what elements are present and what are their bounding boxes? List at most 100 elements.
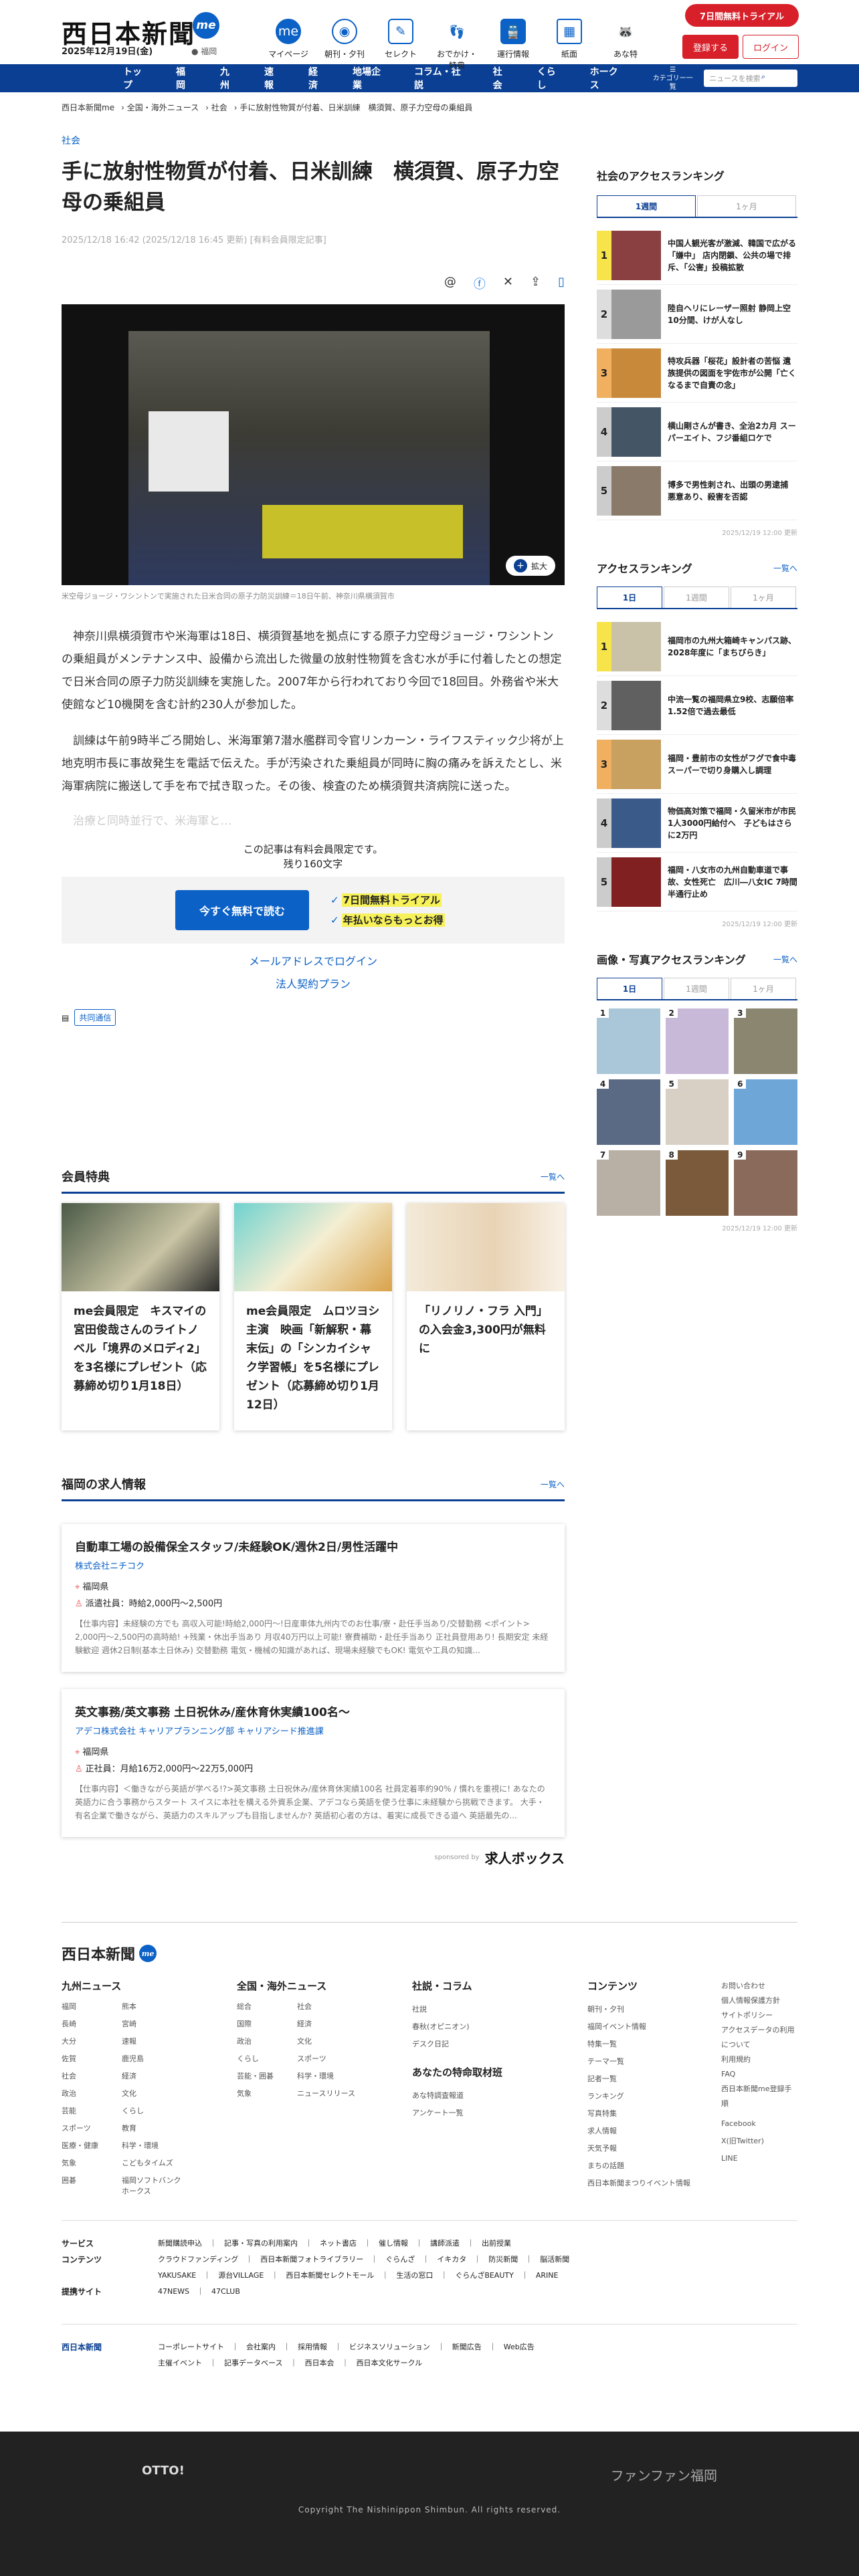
tab-1day[interactable]: 1日 <box>597 978 662 999</box>
photo-thumb[interactable]: 6 <box>734 1079 797 1145</box>
photo-thumb[interactable]: 9 <box>734 1150 797 1216</box>
outing-link[interactable]: 👣 おでかけ・特典 <box>436 19 478 71</box>
corporate-plan-link[interactable]: 法人契約プラン <box>62 973 565 996</box>
footer-link[interactable]: 朝刊・夕刊 <box>587 2001 721 2018</box>
share-icon[interactable]: ⇪ <box>531 275 541 292</box>
tab-1week[interactable]: 1週間 <box>664 978 729 999</box>
footer-link[interactable]: 特集一覧 <box>587 2036 721 2053</box>
ranking-item[interactable]: 3 福岡・豊前市の女性がフグで食中毒 スーパーで切り身購入し調理 <box>597 735 804 794</box>
footer-link[interactable]: 総合 <box>237 2001 297 2012</box>
footer-link[interactable]: 求人情報 <box>587 2123 721 2140</box>
footer-link[interactable]: 教育 <box>122 2123 182 2133</box>
threads-icon[interactable]: @ <box>444 275 456 292</box>
anatoku-link[interactable]: 🦝 あな特 <box>605 19 646 71</box>
footer-link[interactable]: 熊本 <box>122 2001 182 2012</box>
footer-link[interactable]: 文化 <box>297 2036 357 2046</box>
footer-link[interactable]: 個人情報保護方針 <box>721 1994 795 2008</box>
photo-thumb[interactable]: 7 <box>597 1150 660 1216</box>
access-more-link[interactable]: 一覧へ <box>773 562 797 574</box>
benefit-card[interactable]: me会員限定 キスマイの宮田俊哉さんのライトノベル「境界のメロディ2」を3名様に… <box>62 1203 219 1430</box>
footer-link[interactable]: 気象 <box>62 2157 122 2168</box>
footer-link[interactable]: 政治 <box>62 2088 122 2099</box>
footer-link[interactable]: 科学・環境 <box>122 2140 182 2151</box>
footer-link[interactable]: FAQ <box>721 2067 795 2082</box>
photo-thumb[interactable]: 8 <box>665 1150 729 1216</box>
tab-1week[interactable]: 1週間 <box>597 195 696 217</box>
email-login-link[interactable]: メールアドレスでログイン <box>62 950 565 973</box>
footer-link[interactable]: くらし <box>122 2105 182 2116</box>
footer-link[interactable]: 社会 <box>297 2001 357 2012</box>
footer-link[interactable]: 長崎 <box>62 2018 122 2029</box>
footer-link[interactable]: 経済 <box>122 2070 182 2081</box>
footer-link[interactable]: 芸能・囲碁 <box>237 2070 297 2081</box>
ranking-item[interactable]: 4 横山剛さんが書き、全治2カ月 スーパーエイト、フジ番組ロケで <box>597 403 797 461</box>
photo-thumb[interactable]: 1 <box>597 1008 660 1074</box>
footer-link[interactable]: こどもタイムズ <box>122 2157 182 2168</box>
footer-link[interactable]: 福岡イベント情報 <box>587 2018 721 2036</box>
ranking-item[interactable]: 5 博多で男性刺され、出頭の男逮捕 悪意あり、殺害を否認 <box>597 461 797 520</box>
me-badge-icon[interactable]: me <box>193 12 219 39</box>
ranking-item[interactable]: 2 陸自ヘリにレーザー照射 静岡上空10分間、けが人なし <box>597 285 797 344</box>
footer-link[interactable]: ニュースリリース <box>297 2088 357 2099</box>
ranking-item[interactable]: 1 福岡市の九州大箱崎キャンパス跡、2028年度に「まちびらき」 <box>597 617 797 676</box>
footer-link[interactable]: 利用規約 <box>721 2052 795 2067</box>
footer-link[interactable]: 西日本新聞me登録手順 <box>721 2082 795 2111</box>
photo-thumb[interactable]: 2 <box>665 1008 729 1074</box>
category-menu[interactable]: ☰ カテゴリー一覧 <box>651 66 694 92</box>
footer-logo[interactable]: 西日本新聞 me <box>62 1943 797 1964</box>
region-selector[interactable]: ● 福岡 <box>191 45 217 57</box>
footer-link[interactable]: 西日本新聞まつりイベント情報 <box>587 2175 721 2192</box>
register-button[interactable]: 登録する <box>682 35 739 59</box>
footer-link[interactable]: 福岡 <box>62 2001 122 2012</box>
footer-link[interactable]: LINE <box>721 2150 795 2167</box>
tab-1day[interactable]: 1日 <box>597 586 662 608</box>
footer-link[interactable]: 写真特集 <box>587 2105 721 2123</box>
nav-top[interactable]: トップ <box>123 65 149 92</box>
benefit-card[interactable]: me会員限定 ムロツヨシ主演 映画「新解釈・幕末伝」の「シンカイシャク学習帳」を… <box>234 1203 392 1430</box>
tab-1week[interactable]: 1週間 <box>664 586 729 608</box>
nav-kyushu[interactable]: 九州 <box>220 65 237 92</box>
footer-link[interactable]: 芸能 <box>62 2105 122 2116</box>
footer-link[interactable]: 佐賀 <box>62 2053 122 2064</box>
jobs-more-link[interactable]: 一覧へ <box>541 1479 565 1490</box>
footer-link[interactable]: 鹿児島 <box>122 2053 182 2064</box>
trial-button[interactable]: 7日間無料トライアル <box>685 4 799 27</box>
ranking-item[interactable]: 5 福岡・八女市の九州自動車道で事故、女性死亡 広川―八女IC 7時間半通行止め <box>597 853 797 911</box>
shimen-link[interactable]: ▦ 紙面 <box>549 19 590 71</box>
footer-link[interactable]: 社会 <box>62 2070 122 2081</box>
tab-1month[interactable]: 1ヶ月 <box>731 978 796 999</box>
footer-link[interactable]: 政治 <box>237 2036 297 2046</box>
benefits-more-link[interactable]: 一覧へ <box>541 1171 565 1182</box>
job-card[interactable]: 英文事務/英文事務 土日祝休み/産休育休実績100名〜 アデコ株式会社 キャリア… <box>62 1689 565 1837</box>
footer-link[interactable]: お問い合わせ <box>721 1979 795 1994</box>
x-icon[interactable]: ✕ <box>503 275 513 292</box>
footer-link[interactable]: スポーツ <box>297 2053 357 2064</box>
read-free-button[interactable]: 今すぐ無料で読む <box>175 890 309 930</box>
footer-link[interactable]: アンケート一覧 <box>412 2105 587 2122</box>
nav-fukuoka[interactable]: 福岡 <box>176 65 193 92</box>
photo-thumb[interactable]: 3 <box>734 1008 797 1074</box>
footer-link[interactable]: まちの話題 <box>587 2157 721 2175</box>
footer-link[interactable]: 文化 <box>122 2088 182 2099</box>
article-category[interactable]: 社会 <box>62 134 565 147</box>
footer-link[interactable]: あな特調査報道 <box>412 2087 587 2105</box>
footer-link[interactable]: テーマ一覧 <box>587 2053 721 2070</box>
zoom-button[interactable]: + 拡大 <box>505 556 555 576</box>
ranking-item[interactable]: 2 中流一覧の福岡県立9校、志願倍率1.52倍で過去最低 <box>597 676 797 735</box>
footer-link[interactable]: 福岡ソフトバンクホークス <box>122 2175 182 2196</box>
ranking-item[interactable]: 4 物価高対策で福岡・久留米市が市民1人3000円給付へ 子どもはさらに2万円 <box>597 794 797 853</box>
crumb-society[interactable]: 社会 <box>211 103 227 112</box>
tab-1month[interactable]: 1ヶ月 <box>731 586 796 608</box>
crumb-home[interactable]: 西日本新聞me <box>62 103 114 112</box>
facebook-icon[interactable]: ⓕ <box>474 275 486 292</box>
footer-link[interactable]: デスク日記 <box>412 2036 587 2053</box>
crumb-national[interactable]: 全国・海外ニュース <box>127 103 199 112</box>
papers-link[interactable]: ◉ 朝刊・夕刊 <box>324 19 365 71</box>
mypage-link[interactable]: me マイページ <box>268 19 309 71</box>
footer-link[interactable]: サイトポリシー <box>721 2008 795 2023</box>
tab-1month[interactable]: 1ヶ月 <box>697 195 796 217</box>
photo-thumb[interactable]: 5 <box>665 1079 729 1145</box>
footer-link[interactable]: スポーツ <box>62 2123 122 2133</box>
footer-link[interactable]: 医療・健康 <box>62 2140 122 2151</box>
transit-link[interactable]: 🚆 運行情報 <box>492 19 534 71</box>
